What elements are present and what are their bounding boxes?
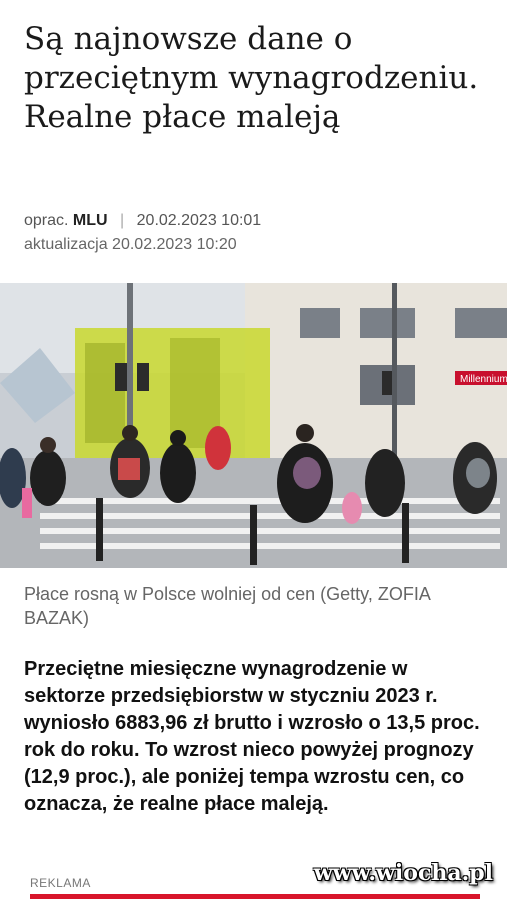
author-prefix: oprac. bbox=[24, 212, 69, 229]
article-lead: Przeciętne miesięczne wynagrodzenie w se… bbox=[24, 658, 480, 815]
publish-date: 20.02.2023 10:01 bbox=[136, 212, 262, 229]
article-meta: oprac. MLU | 20.02.2023 10:01 bbox=[24, 212, 261, 230]
author-name[interactable]: MLU bbox=[73, 212, 108, 229]
article-photo[interactable]: Millennium bbox=[0, 283, 507, 568]
shop-sign: Millennium bbox=[460, 374, 507, 385]
ad-label: REKLAMA bbox=[30, 876, 91, 890]
meta-separator: | bbox=[120, 212, 125, 229]
update-date: aktualizacja 20.02.2023 10:20 bbox=[24, 236, 237, 253]
site-watermark: www.wiocha.pl bbox=[313, 860, 493, 886]
ad-divider bbox=[30, 894, 480, 899]
article-title: Są najnowsze dane o przeciętnym wynagrod… bbox=[24, 21, 479, 135]
street-scene-image: Millennium bbox=[0, 283, 507, 568]
photo-caption: Płace rosną w Polsce wolniej od cen (Get… bbox=[24, 584, 430, 628]
